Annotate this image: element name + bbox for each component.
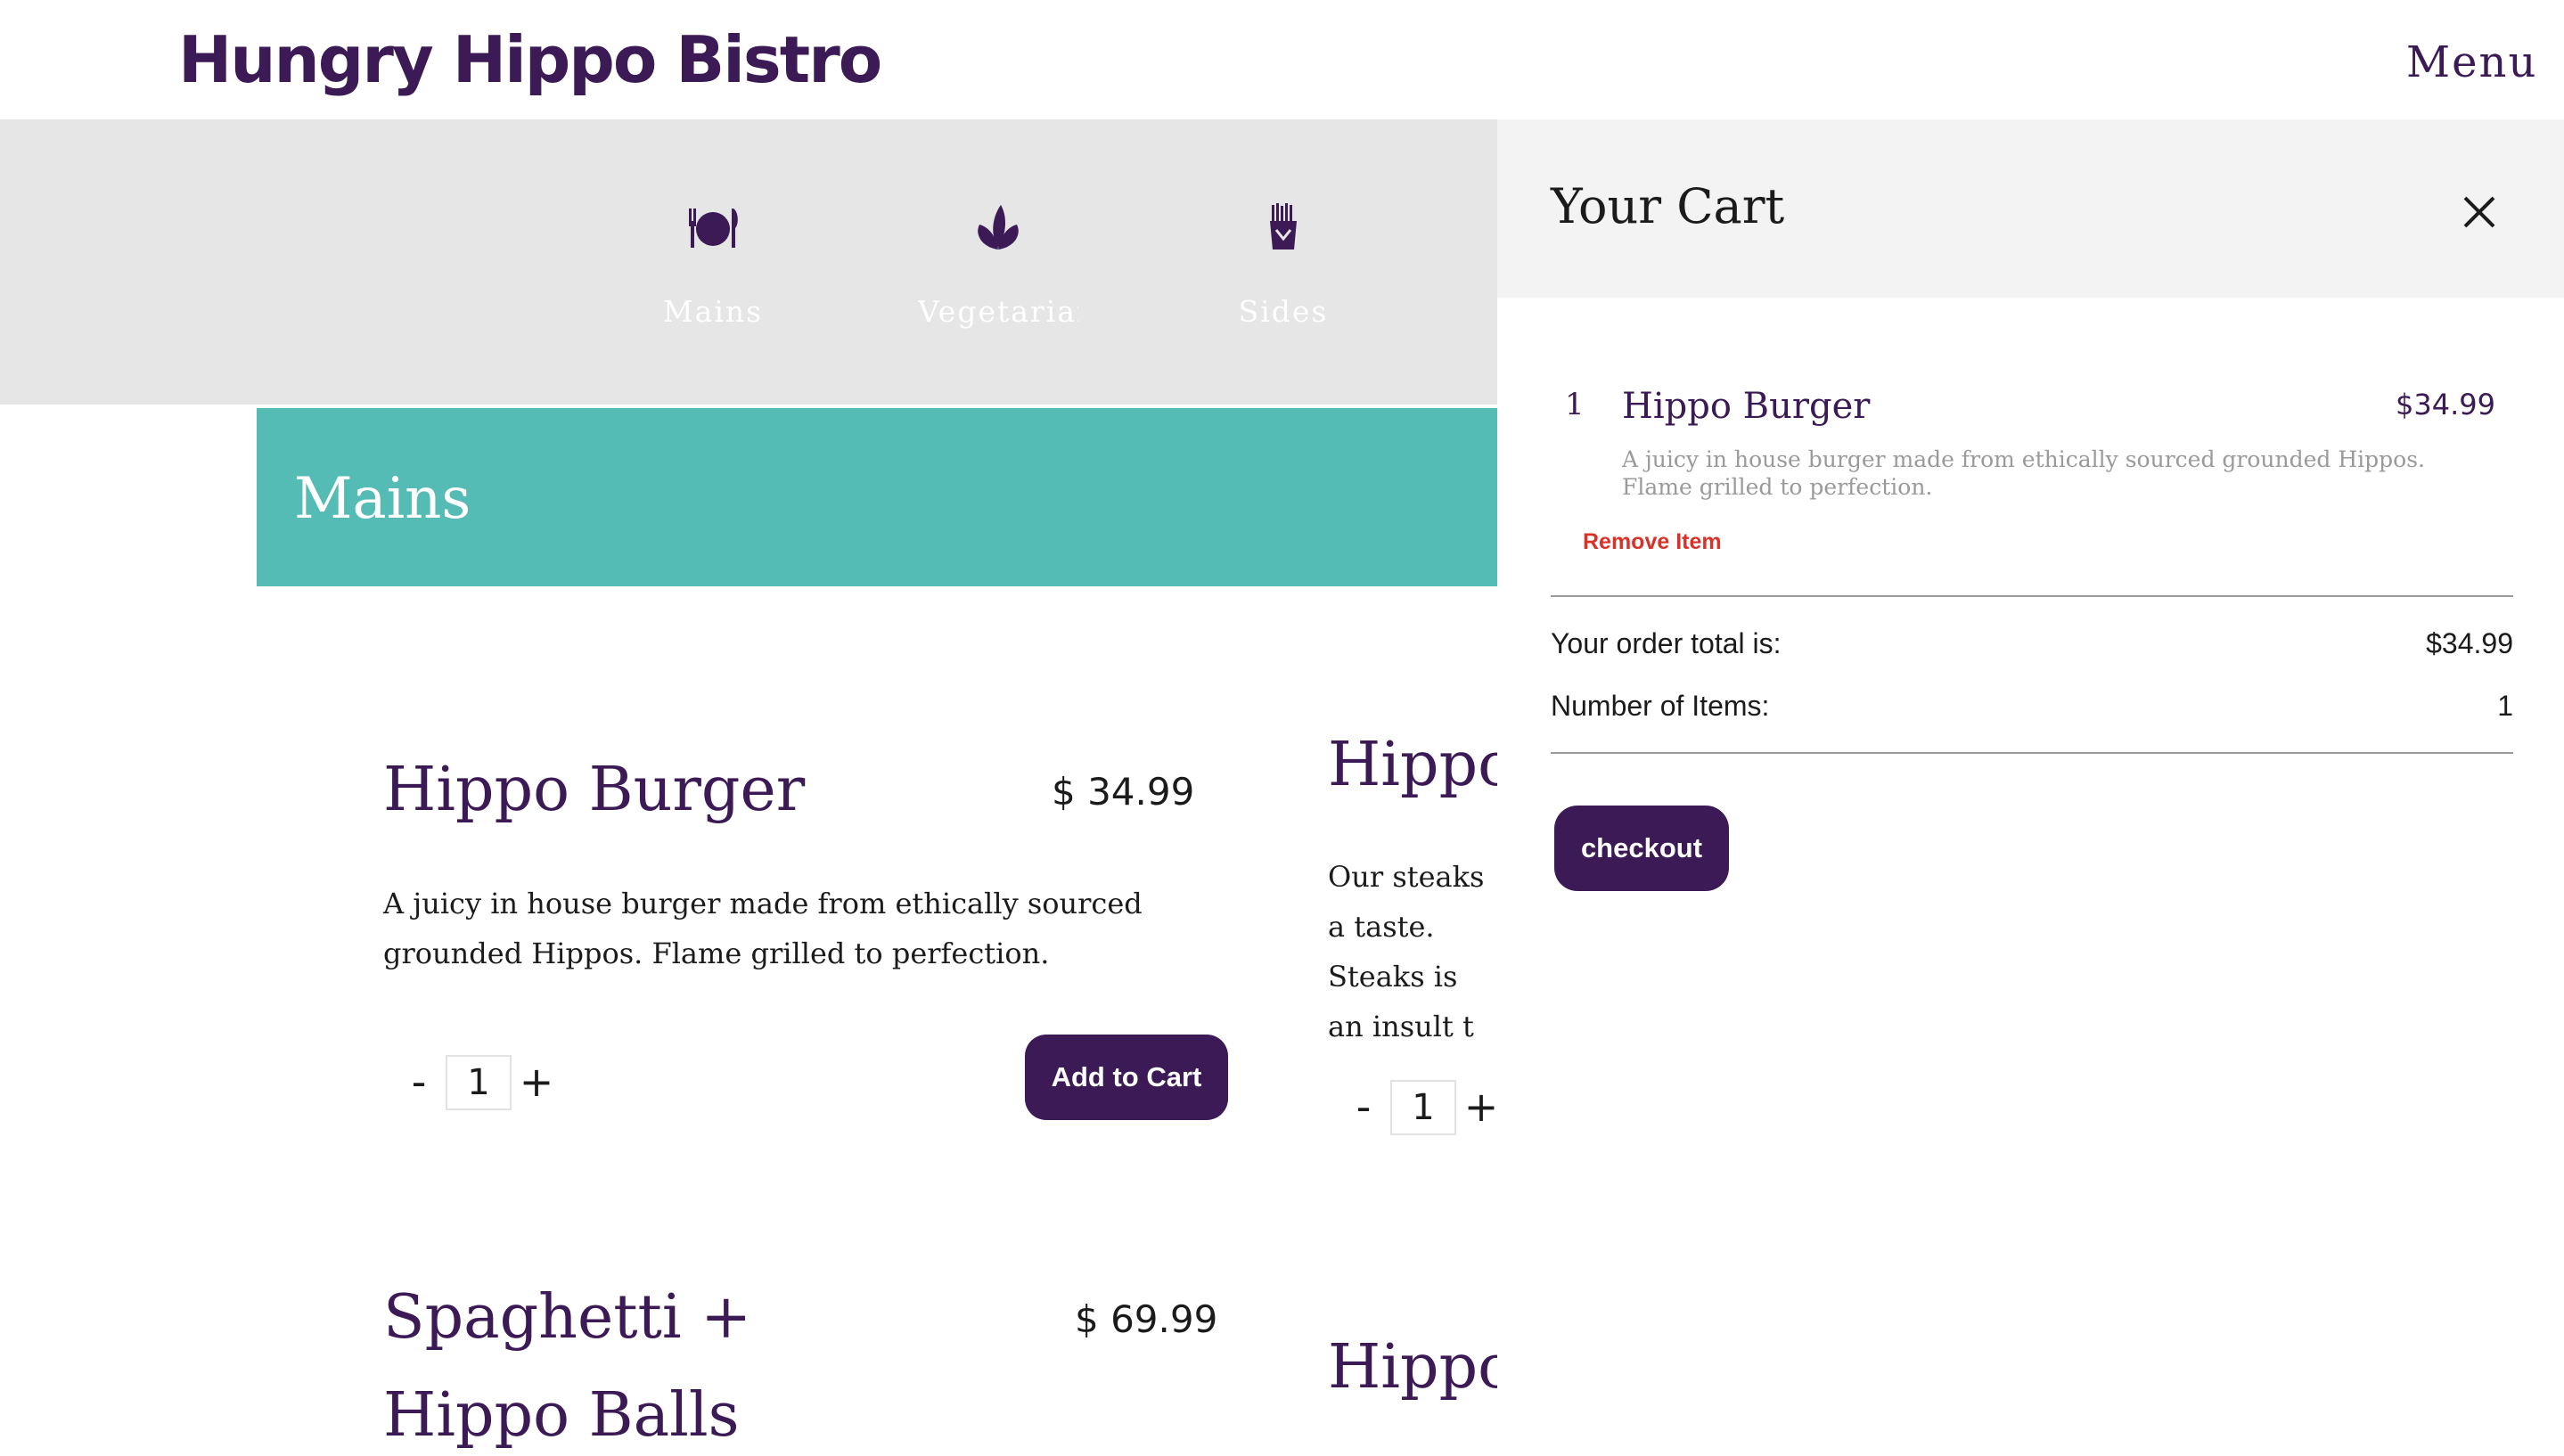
quantity-decrease-button[interactable]: - — [1346, 1080, 1381, 1133]
quantity-decrease-button[interactable]: - — [401, 1055, 437, 1108]
add-to-cart-button[interactable]: Add to Cart — [1025, 1035, 1228, 1120]
item-count-value: 1 — [2497, 690, 2513, 722]
site-logo[interactable]: Hungry Hippo Bistro — [178, 20, 882, 100]
category-mains[interactable]: Mains — [606, 196, 820, 331]
cart-divider — [1551, 752, 2513, 754]
quantity-increase-button[interactable]: + — [1463, 1080, 1497, 1133]
category-label: Vegetarian — [918, 294, 1078, 329]
cart-item-price: $34.99 — [2396, 388, 2495, 421]
category-vegetarian[interactable]: Vegetarian — [891, 196, 1105, 331]
item-count-label: Number of Items: — [1551, 690, 1770, 722]
cart-drawer — [1497, 119, 2564, 1456]
cart-item-name: Hippo Burger — [1622, 386, 1871, 427]
quantity-input[interactable]: 1 — [1390, 1080, 1456, 1135]
item-description: A juicy in house burger made from ethica… — [383, 887, 1143, 970]
cart-item-quantity: 1 — [1565, 387, 1585, 422]
item-title: Hippo Burger — [383, 755, 806, 825]
category-label: Mains — [662, 294, 764, 329]
menu-link[interactable]: Menu — [2406, 30, 2537, 94]
close-icon[interactable] — [2460, 192, 2499, 232]
category-sides[interactable]: Sides — [1176, 196, 1390, 331]
item-price: $ 34.99 — [1052, 770, 1195, 814]
fries-icon — [1270, 203, 1297, 249]
section-title: Mains — [294, 466, 471, 532]
remove-item-button[interactable]: Remove Item — [1583, 528, 1722, 556]
category-label: Sides — [1238, 294, 1329, 329]
item-title: Hippo — [1328, 730, 1497, 800]
plate-cutlery-icon — [689, 209, 738, 248]
item-title: Spaghetti + Hippo Balls — [383, 1282, 752, 1451]
order-total-value: $34.99 — [2426, 627, 2513, 659]
cart-item-description: A juicy in house burger made from ethica… — [1622, 446, 2425, 500]
item-description: Our steaks a taste. Steaks is an insult … — [1328, 860, 1485, 1043]
order-total-label: Your order total is: — [1551, 627, 1782, 659]
item-price: $ 69.99 — [1075, 1297, 1218, 1341]
cart-divider — [1551, 595, 2513, 597]
menu-items-area: Hippo Burger $ 34.99 A juicy in house bu… — [0, 588, 1497, 1456]
leaf-icon — [978, 205, 1019, 249]
quantity-input[interactable]: 1 — [446, 1055, 512, 1110]
cart-title: Your Cart — [1551, 178, 1785, 234]
item-title: Hippo — [1328, 1332, 1497, 1403]
checkout-button[interactable]: checkout — [1554, 806, 1729, 891]
quantity-increase-button[interactable]: + — [519, 1055, 554, 1108]
category-nav: Mains Vegetarian Sides — [0, 119, 1497, 405]
